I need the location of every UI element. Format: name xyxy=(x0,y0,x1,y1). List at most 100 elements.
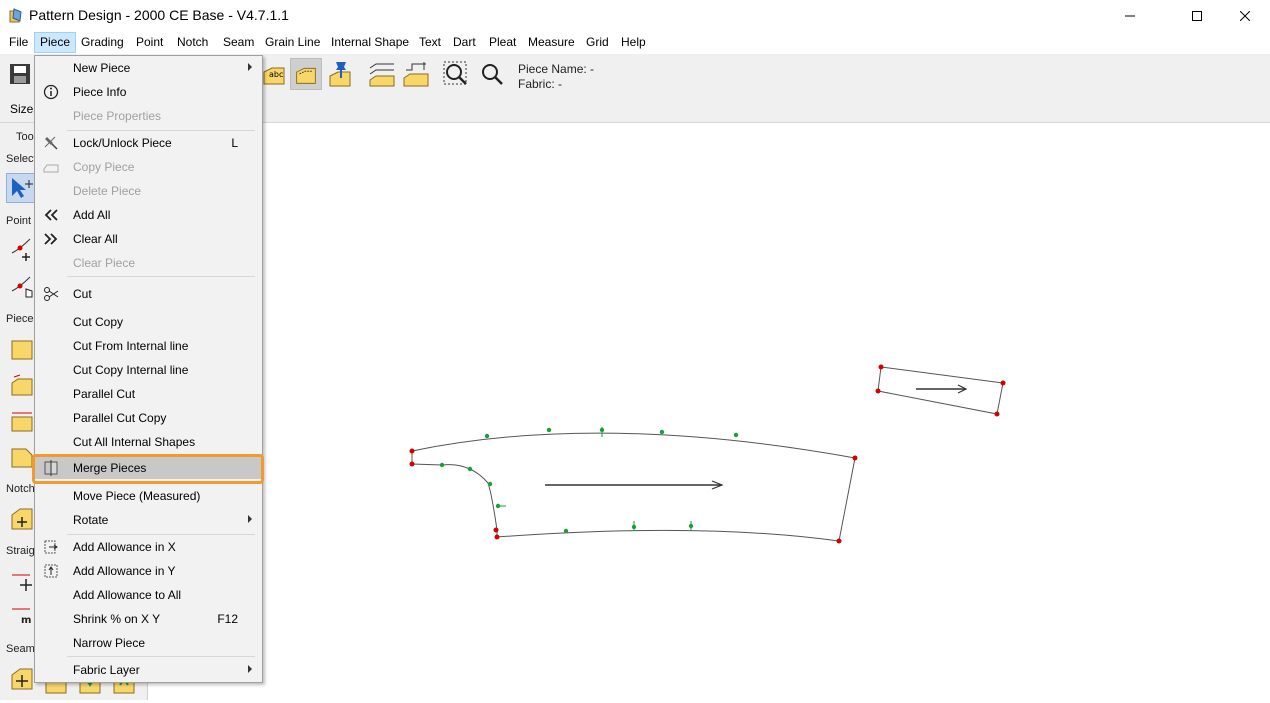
measure-piece-icon xyxy=(11,412,33,432)
menu-item-clear-all[interactable]: Clear All xyxy=(35,228,262,250)
menu-measure[interactable]: Measure xyxy=(523,32,580,53)
menu-item-new-piece[interactable]: New Piece xyxy=(35,57,262,79)
add-seam-icon xyxy=(11,668,33,690)
menu-item-fabric-layer[interactable]: Fabric Layer xyxy=(35,659,262,681)
double-chevron-left-icon xyxy=(44,209,58,221)
pin-icon xyxy=(44,136,58,150)
menu-internal-shape[interactable]: Internal Shape xyxy=(326,32,414,53)
submenu-arrow-icon xyxy=(248,63,252,71)
hand-point-icon xyxy=(11,276,33,298)
menu-grid[interactable]: Grid xyxy=(581,32,614,53)
notch-label: Notch xyxy=(6,483,35,495)
title-bar: Pattern Design - 2000 CE Base - V4.7.1.1 xyxy=(0,0,1270,32)
pattern-piece-small[interactable] xyxy=(875,364,1006,417)
menu-item-cut-all-internal-shapes[interactable]: Cut All Internal Shapes xyxy=(35,431,262,453)
menu-item-piece-info[interactable]: Piece Info xyxy=(35,81,262,103)
move-point-button[interactable] xyxy=(8,273,36,301)
copy-piece-icon xyxy=(43,164,59,173)
menu-item-delete-piece[interactable]: Delete Piece xyxy=(35,180,262,202)
menu-notch[interactable]: Notch xyxy=(172,32,213,53)
layer-icon xyxy=(369,63,395,87)
drawing-canvas[interactable] xyxy=(148,123,1270,700)
svg-text:abc: abc xyxy=(269,70,283,79)
svg-text:m: m xyxy=(21,615,31,626)
allowance-y-icon xyxy=(44,564,58,578)
pattern-piece-main[interactable] xyxy=(409,427,858,544)
menu-help[interactable]: Help xyxy=(616,32,651,53)
notch-piece-icon xyxy=(11,448,33,468)
maximize-button[interactable] xyxy=(1174,0,1220,32)
pattern-drawing xyxy=(409,364,1006,544)
step-icon xyxy=(403,62,429,87)
menu-item-cut-from-internal-line[interactable]: Cut From Internal line xyxy=(35,335,262,357)
menu-item-piece-properties[interactable]: Piece Properties xyxy=(35,105,262,127)
window-title: Pattern Design - 2000 CE Base - V4.7.1.1 xyxy=(29,7,289,23)
info-icon xyxy=(43,84,59,100)
menu-text[interactable]: Text xyxy=(414,32,446,53)
scissors-icon xyxy=(44,287,59,301)
menu-item-copy-piece[interactable]: Copy Piece xyxy=(35,156,262,178)
menu-seam[interactable]: Seam xyxy=(218,32,259,53)
menu-file[interactable]: File xyxy=(4,32,33,53)
menu-item-add-allowance-y[interactable]: Add Allowance in Y xyxy=(35,560,262,582)
seam-label: Seam xyxy=(6,643,35,655)
menu-item-cut[interactable]: Cut xyxy=(35,283,262,305)
add-point-button[interactable] xyxy=(8,235,36,263)
rect-piece-icon xyxy=(11,340,33,360)
menu-separator xyxy=(67,656,255,657)
menu-item-shrink-xy[interactable]: Shrink % on X Y F12 xyxy=(35,608,262,630)
menu-grain-line[interactable]: Grain Line xyxy=(260,32,325,53)
submenu-arrow-icon xyxy=(248,665,252,673)
pin-piece-button[interactable] xyxy=(324,58,356,90)
zoom-window-button[interactable] xyxy=(440,58,472,90)
point-label: Point xyxy=(6,215,32,227)
app-icon xyxy=(9,8,22,23)
menu-item-rotate[interactable]: Rotate xyxy=(35,509,262,531)
maximize-icon xyxy=(1192,11,1202,21)
minimize-button[interactable] xyxy=(1107,0,1153,32)
menu-item-add-allowance-all[interactable]: Add Allowance to All xyxy=(35,584,262,606)
add-point-icon xyxy=(11,238,31,261)
minimize-icon xyxy=(1125,15,1135,17)
step-button[interactable] xyxy=(400,58,432,90)
menu-dart[interactable]: Dart xyxy=(448,32,481,53)
menu-separator xyxy=(67,276,255,277)
piece-tool-icon xyxy=(11,374,33,396)
menu-item-clear-piece[interactable]: Clear Piece xyxy=(35,252,262,274)
select-label: Select xyxy=(6,153,37,165)
menu-bar: File Piece Grading Point Notch Seam Grai… xyxy=(0,32,1270,54)
menu-separator xyxy=(67,534,255,535)
menu-grading[interactable]: Grading xyxy=(76,32,129,53)
select-tool-button[interactable] xyxy=(6,173,36,203)
piece-menu-dropdown: New Piece Piece Info Piece Properties Lo… xyxy=(34,55,263,683)
menu-item-add-all[interactable]: Add All xyxy=(35,204,262,226)
piece-info-panel: Piece Name: - Fabric: - xyxy=(518,62,594,92)
zoom-button[interactable] xyxy=(476,58,508,90)
submenu-arrow-icon xyxy=(248,515,252,523)
measure-straight-icon: m xyxy=(12,608,31,626)
menu-pleat[interactable]: Pleat xyxy=(484,32,521,53)
fabric-label: Fabric: - xyxy=(518,77,563,91)
menu-item-narrow-piece[interactable]: Narrow Piece xyxy=(35,632,262,654)
menu-point[interactable]: Point xyxy=(131,32,168,53)
seam-piece-icon xyxy=(296,67,316,84)
menu-item-add-allowance-x[interactable]: Add Allowance in X xyxy=(35,536,262,558)
menu-item-lock-unlock-piece[interactable]: Lock/Unlock Piece L xyxy=(35,132,262,154)
menu-item-cut-copy-internal-line[interactable]: Cut Copy Internal line xyxy=(35,359,262,381)
save-icon xyxy=(10,64,30,84)
allowance-x-icon xyxy=(44,540,58,554)
menu-item-move-piece-measured[interactable]: Move Piece (Measured) xyxy=(35,485,262,507)
zoom-window-icon xyxy=(443,61,467,85)
menu-item-cut-copy[interactable]: Cut Copy xyxy=(35,311,262,333)
seam-piece-button[interactable] xyxy=(290,58,322,90)
save-button[interactable] xyxy=(4,58,36,90)
select-arrow-icon xyxy=(12,178,33,198)
menu-piece[interactable]: Piece xyxy=(34,32,77,53)
menu-item-parallel-cut[interactable]: Parallel Cut xyxy=(35,383,262,405)
layer-button[interactable] xyxy=(366,58,398,90)
menu-separator xyxy=(67,130,255,131)
merge-pieces-highlight xyxy=(32,454,264,484)
menu-item-parallel-cut-copy[interactable]: Parallel Cut Copy xyxy=(35,407,262,429)
close-button[interactable] xyxy=(1222,0,1268,32)
close-icon xyxy=(1240,11,1250,21)
